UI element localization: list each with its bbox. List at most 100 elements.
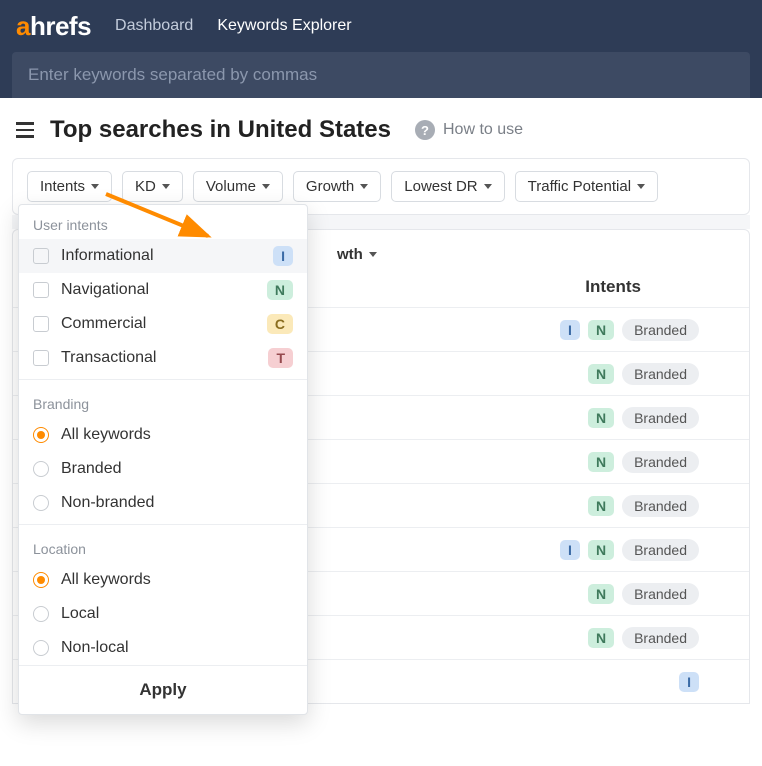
filter-lowest-dr-label: Lowest DR [404,178,477,195]
dd-item-label: All keywords [61,571,151,589]
branded-badge: Branded [622,495,699,517]
dd-item-label: Branded [61,460,122,478]
chevron-down-icon [162,184,170,189]
chevron-down-icon [360,184,368,189]
apply-button[interactable]: Apply [19,665,307,714]
chevron-down-icon [637,184,645,189]
keyword-search-input[interactable] [12,52,750,98]
growth-column-select[interactable]: wth [337,246,377,263]
branded-badge: Branded [622,539,699,561]
dd-intent-navigational[interactable]: Navigational N [19,273,307,307]
logo[interactable]: ahrefs [16,11,91,42]
how-to-use-label: How to use [443,121,523,139]
intent-badge-n: N [588,364,614,384]
dd-item-label: All keywords [61,426,151,444]
dd-branding-all-keywords[interactable]: All keywords [19,418,307,452]
intent-badge-n: N [588,320,614,340]
logo-a: a [16,11,30,41]
how-to-use-link[interactable]: ? How to use [415,120,523,140]
chevron-down-icon [369,252,377,257]
dd-item-label: Non-local [61,639,129,657]
checkbox[interactable] [33,282,49,298]
radio[interactable] [33,606,49,622]
radio[interactable] [33,572,49,588]
filter-traffic-potential-label: Traffic Potential [528,178,631,195]
dd-section-branding: Branding [19,384,307,418]
nav-keywords-explorer[interactable]: Keywords Explorer [217,17,351,35]
intent-tags: N Branded [588,627,733,649]
intent-badge-i: I [679,672,699,692]
intent-tags: N Branded [588,451,733,473]
intent-badge-n: N [267,280,293,300]
radio[interactable] [33,461,49,477]
radio[interactable] [33,427,49,443]
filter-lowest-dr[interactable]: Lowest DR [391,171,504,202]
intent-badge-t: T [268,348,293,368]
filter-kd[interactable]: KD [122,171,183,202]
intents-dropdown: User intents InformationalINavigationalN… [18,204,308,715]
chevron-down-icon [484,184,492,189]
chevron-down-icon [262,184,270,189]
dd-location-non-local[interactable]: Non-local [19,631,307,665]
intent-tags: IN Branded [560,319,733,341]
growth-label: wth [337,246,363,263]
logo-rest: hrefs [30,11,91,41]
checkbox[interactable] [33,350,49,366]
branded-badge: Branded [622,363,699,385]
dd-item-label: Local [61,605,99,623]
dd-intent-commercial[interactable]: CommercialC [19,307,307,341]
intent-tags: N Branded [588,495,733,517]
top-nav: ahrefs Dashboard Keywords Explorer [0,0,762,52]
dd-section-location: Location [19,529,307,563]
intent-badge-i: I [560,540,580,560]
dd-location-local[interactable]: Local [19,597,307,631]
intent-badge-n: N [588,540,614,560]
dd-branding-non-branded[interactable]: Non-branded [19,486,307,520]
intent-tags: N Branded [588,583,733,605]
branded-badge: Branded [622,407,699,429]
radio[interactable] [33,640,49,656]
intent-badge-n: N [588,584,614,604]
intent-badge-n: N [588,628,614,648]
branded-badge: Branded [622,627,699,649]
checkbox[interactable] [33,316,49,332]
filter-growth[interactable]: Growth [293,171,381,202]
filter-growth-label: Growth [306,178,354,195]
dd-intent-informational[interactable]: Informational I [19,239,307,273]
filter-intents-label: Intents [40,178,85,195]
dd-item-label: Informational [61,247,154,265]
search-row [0,52,762,98]
intent-tags: IN Branded [560,539,733,561]
help-icon: ? [415,120,435,140]
page-header: Top searches in United States ? How to u… [0,98,762,158]
dd-section-user-intents: User intents [19,205,307,239]
intent-badge-n: N [588,496,614,516]
filter-volume[interactable]: Volume [193,171,283,202]
intent-badge-c: C [267,314,293,334]
intent-tags: N Branded [588,363,733,385]
intent-badge-i: I [273,246,293,266]
dd-item-label: Non-branded [61,494,154,512]
dd-item-label: Transactional [61,349,156,367]
nav-dashboard[interactable]: Dashboard [115,17,193,35]
dd-location-all-keywords[interactable]: All keywords [19,563,307,597]
intent-badge-n: N [588,408,614,428]
dd-item-label: Navigational [61,281,149,299]
filter-volume-label: Volume [206,178,256,195]
dd-branding-branded[interactable]: Branded [19,452,307,486]
filter-intents[interactable]: Intents [27,171,112,202]
branded-badge: Branded [622,451,699,473]
branded-badge: Branded [622,583,699,605]
intent-tags: I [679,672,733,692]
branded-badge: Branded [622,319,699,341]
filter-traffic-potential[interactable]: Traffic Potential [515,171,658,202]
checkbox[interactable] [33,248,49,264]
intent-tags: N Branded [588,407,733,429]
intent-badge-i: I [560,320,580,340]
content: Intents KD Volume Growth Lowest DR Traff… [0,158,762,704]
intent-badge-n: N [588,452,614,472]
dd-intent-transactional[interactable]: Transactional T [19,341,307,375]
radio[interactable] [33,495,49,511]
menu-icon[interactable] [16,122,34,138]
chevron-down-icon [91,184,99,189]
